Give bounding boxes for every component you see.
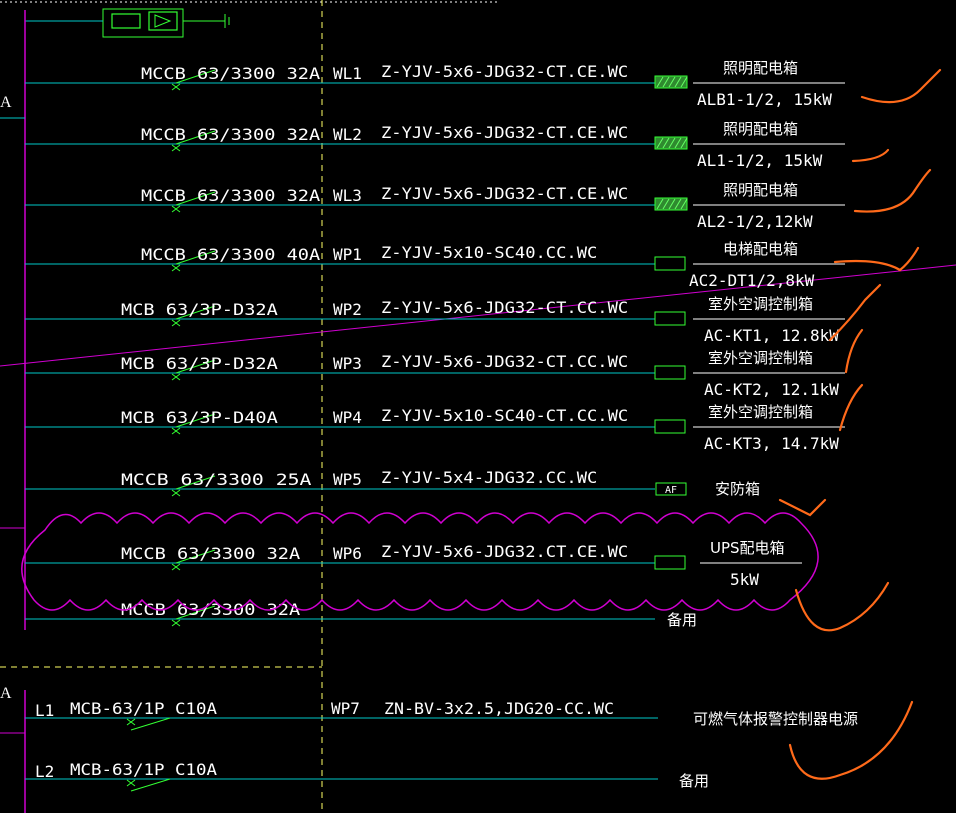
cable-spec: Z-YJV-5x6-JDG32-CT.CE.WC <box>381 123 628 142</box>
cable-spec: Z-YJV-5x10-SC40.CC.WC <box>381 243 597 262</box>
panel-load: AL1-1/2, 15kW <box>697 151 823 170</box>
markup-stroke-3 <box>853 168 932 213</box>
breaker-label: MCCB 63/3300 32A <box>141 64 321 83</box>
circuit-id: WL2 <box>333 125 362 144</box>
cable-spec: Z-YJV-5x4-JDG32.CC.WC <box>381 468 597 487</box>
markup-stroke-5 <box>828 283 882 342</box>
markup-stroke-2 <box>851 148 890 163</box>
markup-stroke-1 <box>860 68 942 104</box>
panel-name: 照明配电箱 <box>723 59 798 77</box>
cable-spec: Z-YJV-5x6-JDG32-CT.CC.WC <box>381 298 628 317</box>
cable-spec: Z-YJV-5x6-JDG32-CT.CE.WC <box>381 184 628 203</box>
markup-stroke-4 <box>833 246 920 272</box>
panel-load: ALB1-1/2, 15kW <box>697 90 832 109</box>
breaker-label: MCB 63/3P-D32A <box>121 354 278 373</box>
cable-spec: Z-YJV-5x6-JDG32-CT.CC.WC <box>381 352 628 371</box>
panel-box[interactable] <box>654 419 686 434</box>
breaker-label: MCB-63/1P C10A <box>70 699 217 718</box>
panel-name: 可燃气体报警控制器电源 <box>693 710 858 728</box>
bus-label-top: A <box>0 94 12 111</box>
panel-load: 5kW <box>730 570 759 589</box>
breaker-label: MCB 63/3P-D32A <box>121 300 278 319</box>
bus-label-bottom: A <box>0 685 12 702</box>
cable-spec: Z-YJV-5x6-JDG32-CT.CE.WC <box>381 62 628 81</box>
panel-load: AC2-DT1/2,8kW <box>689 271 815 290</box>
panel-box[interactable] <box>654 311 686 326</box>
cable-spec: Z-YJV-5x6-JDG32.CT.CE.WC <box>381 542 628 561</box>
breaker-label: MCCB 63/3300 32A <box>141 125 321 144</box>
panel-load: AC-KT1, 12.8kW <box>704 326 839 345</box>
breaker-label: MCB 63/3P-D40A <box>121 408 278 427</box>
circuit-id: WP3 <box>333 354 362 373</box>
panel-box-af-label: AF <box>665 485 677 496</box>
circuit-id: WP4 <box>333 408 362 427</box>
arrow-icon <box>154 14 172 28</box>
lower-breaker-switch <box>130 778 171 792</box>
circuit-id: WP7 <box>331 699 360 718</box>
breaker-label: MCCB 63/3300 25A <box>121 470 312 489</box>
panel-name: 备用 <box>679 772 709 790</box>
arrester-icon <box>148 11 178 31</box>
panel-name: 室外空调控制箱 <box>708 295 813 313</box>
circuit-id: WP1 <box>333 245 362 264</box>
markup-stroke-7 <box>838 383 864 432</box>
surge-block-frame <box>102 8 184 38</box>
panel-load: AC-KT2, 12.1kW <box>704 380 839 399</box>
markup-stroke-9 <box>794 581 890 632</box>
panel-name: 室外空调控制箱 <box>708 349 813 367</box>
fuse-icon <box>111 13 141 29</box>
panel-name: 电梯配电箱 <box>723 240 798 258</box>
breaker-label: MCCB 63/3300 32A <box>141 186 321 205</box>
circuit-id: WL3 <box>333 186 362 205</box>
panel-box[interactable] <box>654 256 686 271</box>
breaker-label: MCB-63/1P C10A <box>70 760 217 779</box>
phase-label: L1 <box>35 701 54 720</box>
panel-name-spare: 备用 <box>667 611 697 629</box>
cable-spec: ZN-BV-3x2.5,JDG20-CC.WC <box>384 699 614 718</box>
circuit-id: WL1 <box>333 64 362 83</box>
panel-load: AC-KT3, 14.7kW <box>704 434 839 453</box>
cable-spec: Z-YJV-5x10-SC40-CT.CC.WC <box>381 406 628 425</box>
panel-name: 照明配电箱 <box>723 120 798 138</box>
panel-name: UPS配电箱 <box>710 539 785 557</box>
distribution-diagram: A A MCCB 63/3300 32A WL1 Z-YJV-5x6-JDG32-CT.… <box>0 0 956 813</box>
markup-stroke-6 <box>844 328 864 374</box>
panel-name: 安防箱 <box>715 480 760 498</box>
lower-breaker-switch <box>130 717 171 731</box>
phase-label: L2 <box>35 762 54 781</box>
circuit-id: WP2 <box>333 300 362 319</box>
breaker-label: MCCB 63/3300 40A <box>141 245 321 264</box>
panel-load: AL2-1/2,12kW <box>697 212 813 231</box>
panel-name: 室外空调控制箱 <box>708 403 813 421</box>
cad-drawing-canvas[interactable]: A A MCCB 63/3300 32A WL1 Z-YJV-5x6-JDG32-CT.… <box>0 0 956 813</box>
panel-box[interactable] <box>654 365 686 380</box>
panel-name: 照明配电箱 <box>723 181 798 199</box>
circuit-id: WP5 <box>333 470 362 489</box>
circuit-id: WP6 <box>333 544 362 563</box>
breaker-label: MCCB 63/3300 32A <box>121 544 301 563</box>
panel-box[interactable] <box>654 555 686 570</box>
